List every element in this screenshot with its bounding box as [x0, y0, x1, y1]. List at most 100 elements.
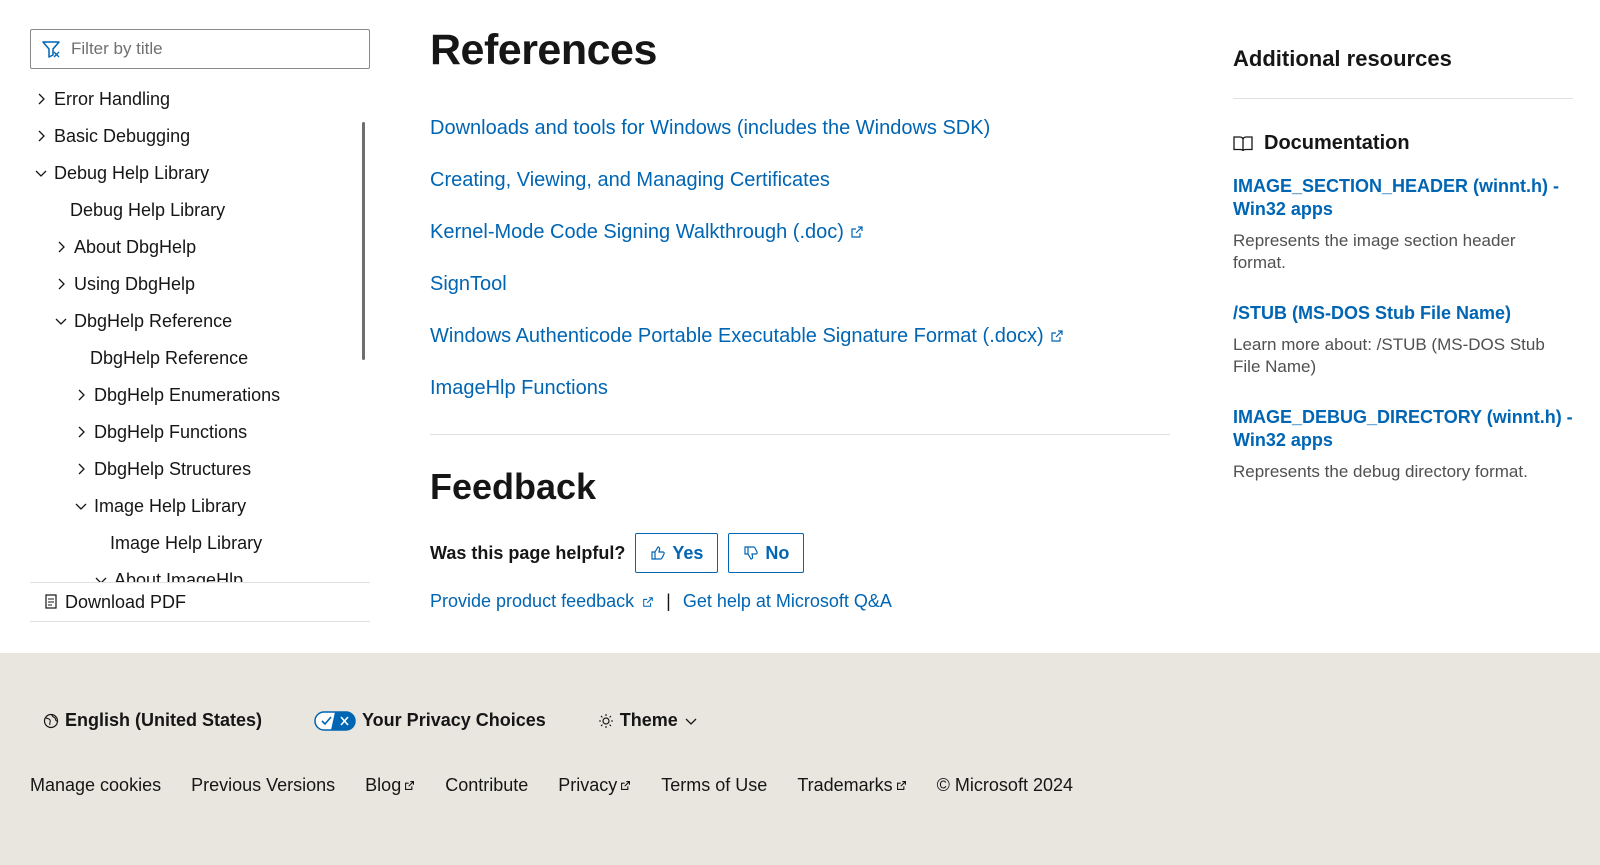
resource-description: Learn more about: /STUB (MS-DOS Stub Fil…: [1233, 335, 1545, 376]
toc-item-label: DbgHelp Reference: [74, 310, 233, 331]
link-label: Terms of Use: [661, 775, 768, 795]
toc-item-label: Image Help Library: [110, 532, 263, 553]
product-feedback-link[interactable]: Provide product feedback: [430, 591, 634, 612]
get-help-link[interactable]: Get help at Microsoft Q&A: [683, 591, 892, 612]
resource-item: IMAGE_DEBUG_DIRECTORY (winnt.h) - Win32 …: [1233, 406, 1573, 483]
toc-item-label: DbgHelp Functions: [94, 421, 248, 442]
separator: |: [666, 591, 671, 611]
previous-versions-link[interactable]: Previous Versions: [191, 775, 335, 796]
toc-item-using-dbghelp[interactable]: Using DbgHelp: [54, 269, 195, 299]
additional-resources: Additional resources Documentation IMAGE…: [1233, 40, 1573, 483]
toc-item-about-dbghelp[interactable]: About DbgHelp: [54, 232, 196, 262]
privacy-choices[interactable]: Your Privacy Choices: [314, 710, 546, 731]
link-label: Trademarks: [797, 775, 893, 795]
resource-item: IMAGE_SECTION_HEADER (winnt.h) - Win32 a…: [1233, 175, 1573, 274]
toc-item-error-handling[interactable]: Error Handling: [34, 84, 170, 114]
toc-item-label: Debug Help Library: [70, 199, 226, 220]
toc-item-debug-help-library-page[interactable]: Debug Help Library: [70, 195, 225, 225]
manage-cookies-link[interactable]: Manage cookies: [30, 775, 161, 796]
list-item: ImageHlp Functions: [430, 362, 1170, 414]
documentation-heading: Documentation: [1233, 132, 1573, 155]
language-label: English (United States): [65, 710, 263, 730]
yes-label: Yes: [672, 542, 704, 563]
filter-input[interactable]: [71, 39, 351, 59]
thumbs-down-icon: [744, 546, 759, 560]
chevron-down-icon: [55, 318, 67, 325]
trademarks-link[interactable]: Trademarks: [797, 775, 906, 796]
footer: English (United States) Your Privacy Cho…: [0, 653, 1600, 865]
resource-description: Represents the debug directory format.: [1233, 462, 1528, 481]
toc-item-image-help-library-page[interactable]: Image Help Library: [110, 528, 262, 558]
download-pdf-button[interactable]: Download PDF: [30, 582, 370, 622]
terms-of-use-link[interactable]: Terms of Use: [661, 775, 767, 796]
link-label: Privacy: [558, 775, 618, 795]
list-item: Creating, Viewing, and Managing Certific…: [430, 154, 1170, 206]
footer-links: Manage cookies Previous Versions Blog Co…: [30, 775, 1103, 796]
reference-link[interactable]: ImageHlp Functions: [430, 377, 608, 400]
external-link-icon: [851, 226, 863, 238]
helpful-row: Was this page helpful? Yes No: [430, 533, 1170, 573]
toc-item-dbghelp-reference-page[interactable]: DbgHelp Reference: [90, 343, 248, 373]
chevron-right-icon: [38, 130, 45, 142]
chevron-down-icon: [75, 503, 87, 510]
toc-item-basic-debugging[interactable]: Basic Debugging: [34, 121, 190, 151]
resource-link[interactable]: IMAGE_SECTION_HEADER (winnt.h) - Win32 a…: [1233, 175, 1573, 221]
divider: [430, 434, 1170, 435]
external-link-icon: [1051, 330, 1063, 342]
toc-item-label: Image Help Library: [94, 495, 247, 516]
copyright: © Microsoft 2024: [936, 775, 1073, 795]
toc-item-image-help-library[interactable]: Image Help Library: [74, 491, 246, 521]
blog-link[interactable]: Blog: [365, 775, 415, 796]
toc-scrollbar[interactable]: [362, 122, 365, 360]
toc-item-dbghelp-structures[interactable]: DbgHelp Structures: [74, 454, 251, 484]
filter-icon: [42, 41, 60, 58]
sidebar: Error Handling Basic Debugging Debug Hel…: [30, 29, 370, 624]
toc-item-dbghelp-reference[interactable]: DbgHelp Reference: [54, 306, 232, 336]
toc-item-dbghelp-enumerations[interactable]: DbgHelp Enumerations: [74, 380, 280, 410]
list-item: Kernel-Mode Code Signing Walkthrough (.d…: [430, 206, 1170, 258]
theme-label: Theme: [619, 710, 678, 730]
toc-item-label: Using DbgHelp: [74, 273, 196, 294]
reference-link[interactable]: Windows Authenticode Portable Executable…: [430, 325, 1044, 348]
filter-box[interactable]: [30, 29, 370, 69]
reference-link[interactable]: Downloads and tools for Windows (include…: [430, 117, 990, 140]
privacy-link[interactable]: Privacy: [558, 775, 631, 796]
toc-item-debug-help-library[interactable]: Debug Help Library: [34, 158, 209, 188]
list-item: Downloads and tools for Windows (include…: [430, 102, 1170, 154]
external-link-icon: [643, 596, 653, 607]
privacy-toggle-icon: [314, 710, 356, 731]
chevron-right-icon: [58, 241, 65, 253]
documentation-label: Documentation: [1264, 132, 1410, 154]
thumbs-up-icon: [651, 546, 666, 560]
resource-link[interactable]: /STUB (MS-DOS Stub File Name): [1233, 302, 1573, 325]
toc-item-label: Debug Help Library: [54, 162, 210, 183]
chevron-right-icon: [58, 278, 65, 290]
toc-item-label: Basic Debugging: [54, 125, 191, 146]
list-item: SignTool: [430, 258, 1170, 310]
resource-description: Represents the image section header form…: [1233, 231, 1516, 272]
toc-item-label: DbgHelp Reference: [90, 347, 249, 368]
reference-link[interactable]: SignTool: [430, 273, 507, 296]
yes-button[interactable]: Yes: [635, 533, 719, 573]
sun-icon: [598, 713, 613, 728]
no-button[interactable]: No: [728, 533, 805, 573]
footer-controls: English (United States) Your Privacy Cho…: [43, 710, 756, 731]
contribute-link[interactable]: Contribute: [445, 775, 528, 796]
chevron-right-icon: [78, 426, 85, 438]
toc-item-label: DbgHelp Enumerations: [94, 384, 281, 405]
download-pdf-label: Download PDF: [65, 591, 187, 612]
no-label: No: [765, 542, 790, 563]
resource-item: /STUB (MS-DOS Stub File Name) Learn more…: [1233, 302, 1573, 378]
reference-link[interactable]: Kernel-Mode Code Signing Walkthrough (.d…: [430, 221, 844, 244]
references-list: Downloads and tools for Windows (include…: [430, 102, 1170, 414]
resource-link[interactable]: IMAGE_DEBUG_DIRECTORY (winnt.h) - Win32 …: [1233, 406, 1573, 452]
book-icon: [1233, 135, 1253, 151]
external-link-icon: [896, 781, 906, 790]
reference-link[interactable]: Creating, Viewing, and Managing Certific…: [430, 169, 830, 192]
theme-selector[interactable]: Theme: [598, 710, 704, 731]
feedback-title: Feedback: [430, 466, 597, 507]
language-selector[interactable]: English (United States): [43, 710, 262, 731]
toc-item-dbghelp-functions[interactable]: DbgHelp Functions: [74, 417, 247, 447]
chevron-right-icon: [78, 389, 85, 401]
link-label: Blog: [365, 775, 402, 795]
